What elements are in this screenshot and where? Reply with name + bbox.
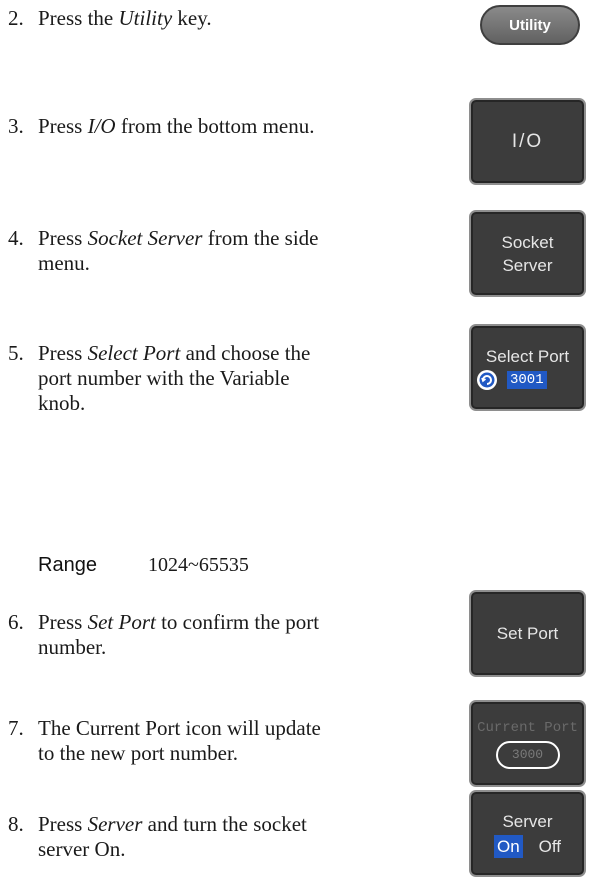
step-number: 3. — [8, 114, 24, 138]
step-line: port number with the Variable — [38, 366, 290, 390]
step-line: menu. — [38, 251, 90, 275]
current-port-label: Current Port — [477, 719, 578, 736]
step-line: knob. — [38, 391, 86, 415]
emphasis-term: Select Port — [87, 341, 181, 365]
emphasis-term: Utility — [118, 6, 173, 30]
step-text: Press Set Port to confirm the port number… — [38, 610, 319, 660]
step-number: 5. — [8, 341, 24, 365]
server-toggle: On Off — [493, 834, 561, 858]
current-port-value: 3000 — [511, 747, 544, 762]
socket-server-label-line2: Server — [502, 255, 553, 275]
step-text: Press Select Port and choose the port num… — [38, 341, 310, 416]
step-line: The Current Port icon will update — [38, 716, 321, 740]
step-line: to the new port number. — [38, 741, 239, 765]
socket-server-label-line1: Socket — [501, 232, 554, 252]
emphasis-term: Set Port — [87, 610, 156, 634]
step-line: server On. — [38, 837, 126, 861]
select-port-key[interactable]: Select Port 3001 — [469, 324, 586, 411]
emphasis-term: I/O — [87, 114, 116, 138]
server-key[interactable]: Server On Off — [469, 790, 586, 877]
step-line: Press Server and turn the socket — [38, 812, 307, 836]
utility-key[interactable]: Utility — [480, 5, 580, 45]
select-port-value-row: 3001 — [471, 370, 584, 390]
range-row: Range 1024~65535 — [0, 554, 606, 580]
step-line: Press I/O from the bottom menu. — [38, 114, 315, 138]
step-number: 7. — [8, 716, 24, 740]
set-port-key[interactable]: Set Port — [469, 590, 586, 677]
emphasis-term: Server — [87, 812, 143, 836]
socket-server-key[interactable]: Socket Server — [469, 210, 586, 297]
range-label: Range — [38, 554, 97, 576]
select-port-label: Select Port — [485, 347, 570, 366]
step-line: Press Set Port to confirm the port — [38, 610, 320, 634]
step-text: The Current Port icon will update to the … — [38, 716, 321, 766]
utility-key-label: Utility — [509, 16, 551, 34]
variable-knob-icon — [477, 370, 497, 390]
server-label: Server — [502, 811, 553, 831]
select-port-value: 3001 — [507, 371, 547, 389]
step-line: Press Socket Server from the side — [38, 226, 319, 250]
emphasis-term: Socket Server — [87, 226, 203, 250]
server-off-option[interactable]: Off — [539, 835, 561, 858]
step-line: number. — [38, 635, 107, 659]
io-menu-key[interactable]: I/O — [469, 98, 586, 185]
server-on-option[interactable]: On — [493, 834, 523, 858]
step-number: 2. — [8, 6, 24, 30]
step-text: Press the Utility key. — [38, 6, 212, 31]
step-number: 6. — [8, 610, 24, 634]
step-text: Press I/O from the bottom menu. — [38, 114, 314, 139]
step-line: Press the Utility key. — [38, 6, 212, 30]
io-key-label: I/O — [511, 131, 544, 152]
step-number: 4. — [8, 226, 24, 250]
step-line: Press Select Port and choose the — [38, 341, 311, 365]
step-text: Press Socket Server from the side menu. — [38, 226, 319, 276]
current-port-oval: 3000 — [495, 740, 560, 769]
current-port-icon: Current Port 3000 — [469, 700, 586, 787]
set-port-label: Set Port — [496, 624, 559, 643]
step-number: 8. — [8, 812, 24, 836]
step-text: Press Server and turn the socket server O… — [38, 812, 307, 862]
range-value: 1024~65535 — [148, 554, 249, 576]
